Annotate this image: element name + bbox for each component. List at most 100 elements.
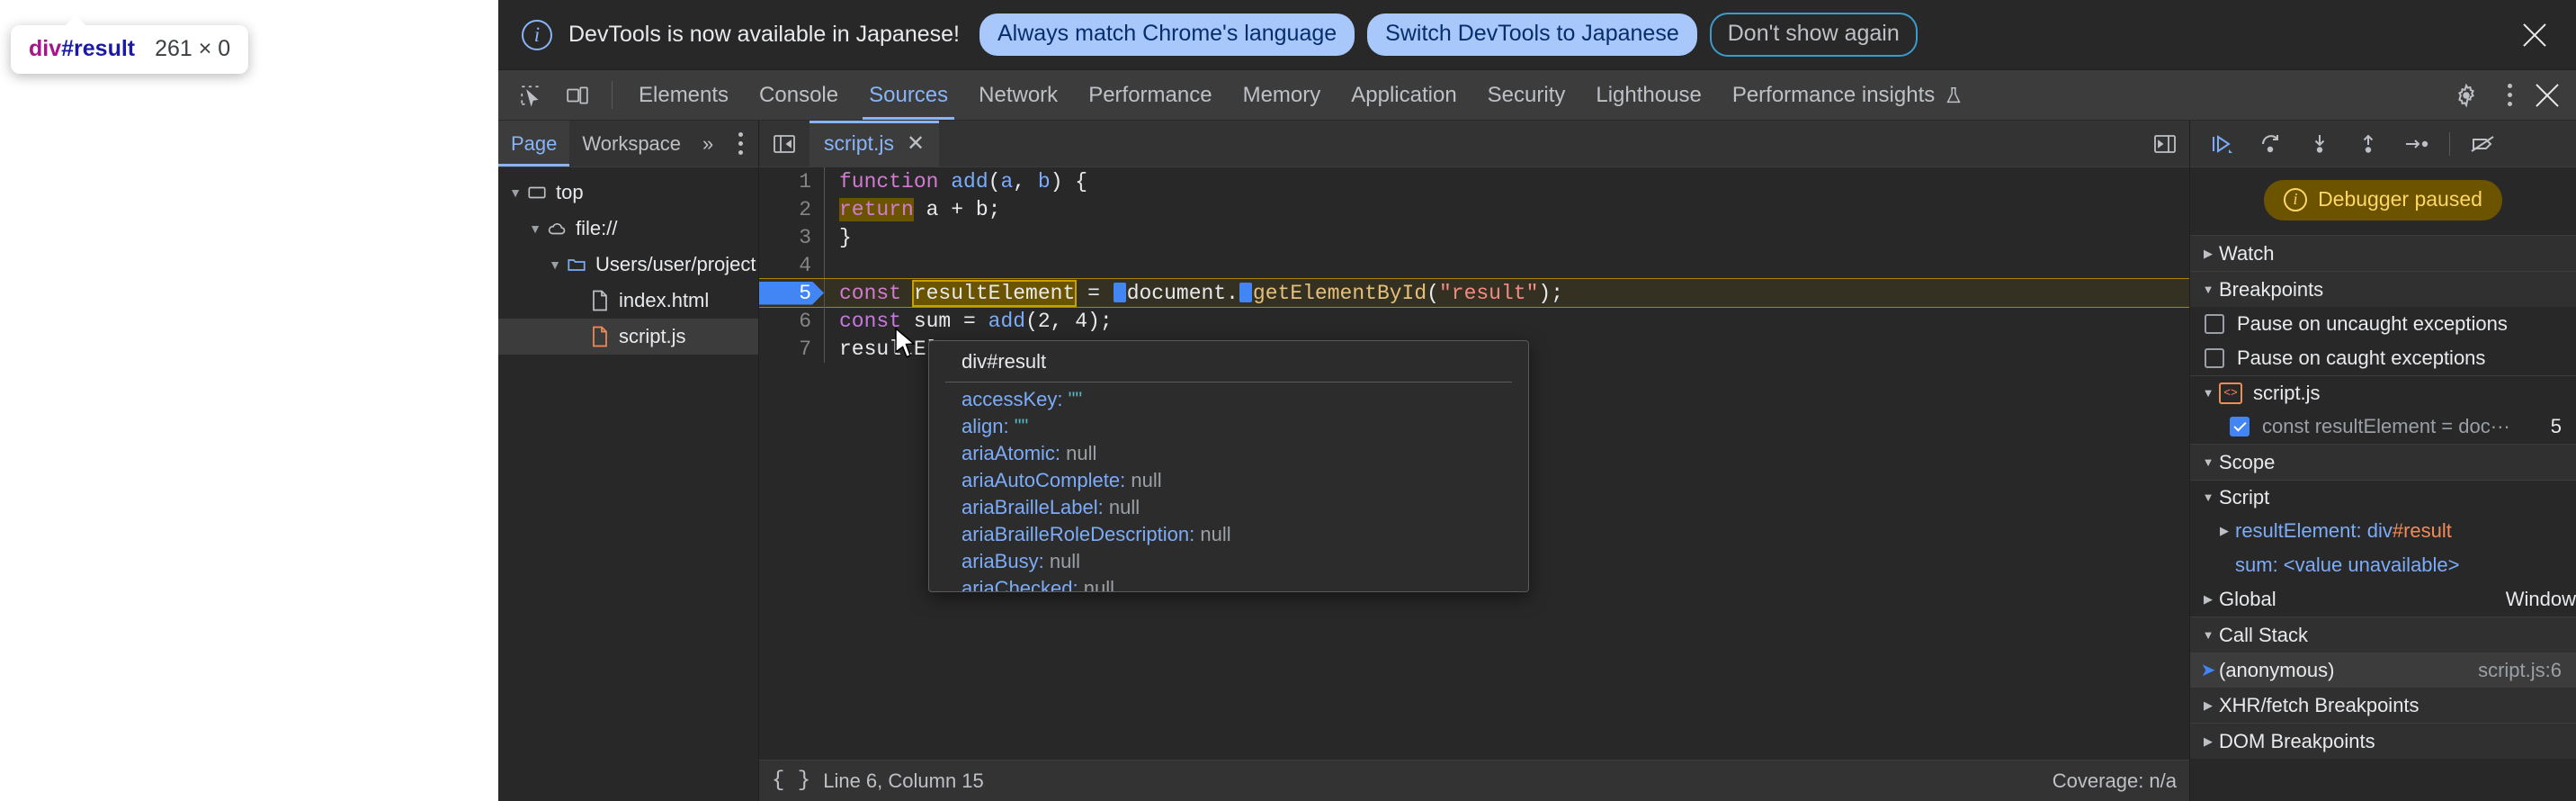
code-line[interactable]: 1 function add(a, b) { [759, 167, 2189, 195]
section-watch[interactable]: ▶ Watch [2190, 235, 2576, 271]
popover-property-row[interactable]: ariaAtomic: null [962, 442, 1528, 469]
mouse-cursor [894, 328, 917, 358]
section-call-stack[interactable]: ▼ Call Stack [2190, 616, 2576, 652]
tab-performance[interactable]: Performance [1073, 70, 1227, 120]
section-xhr-fetch-breakpoints[interactable]: ▶ XHR/fetch Breakpoints [2190, 687, 2576, 723]
close-icon[interactable]: ✕ [907, 130, 925, 157]
code-line[interactable]: 4 [759, 251, 2189, 279]
show-navigator-icon[interactable] [766, 130, 802, 158]
deactivate-breakpoints-icon[interactable] [2461, 126, 2504, 162]
twisty[interactable]: ▼ [2197, 283, 2219, 296]
popover-property-row[interactable]: align: "" [962, 415, 1528, 442]
section-breakpoints[interactable]: ▼ Breakpoints [2190, 271, 2576, 307]
popover-property-row[interactable]: ariaBusy: null [962, 550, 1528, 577]
twisty[interactable]: ▶ [2214, 524, 2235, 538]
breakpoint-line-number[interactable]: 5 [759, 282, 824, 305]
more-vertical-icon[interactable] [722, 121, 758, 166]
breakpoint-enabled-checkbox[interactable] [2230, 417, 2250, 436]
twisty[interactable]: ▼ [505, 185, 525, 200]
inspect-element-icon[interactable] [507, 70, 554, 120]
object-value-popover[interactable]: div#result accessKey: "" align: "" ariaA… [928, 340, 1529, 592]
popover-property-row[interactable]: ariaBrailleRoleDescription: null [962, 523, 1528, 550]
line-number[interactable]: 4 [759, 254, 824, 277]
tab-elements[interactable]: Elements [623, 70, 744, 120]
twisty[interactable]: ▶ [2197, 592, 2219, 607]
popover-property-row[interactable]: ariaChecked: null [962, 577, 1528, 592]
variable-value-id: #result [2393, 519, 2452, 543]
code-line[interactable]: 6 const sum = add(2, 4); [759, 307, 2189, 335]
popover-property-row[interactable]: ariaAutoComplete: null [962, 469, 1528, 496]
pause-on-caught-exceptions-row[interactable]: Pause on caught exceptions [2190, 341, 2576, 375]
code-line[interactable]: 3 } [759, 223, 2189, 251]
scope-group-script[interactable]: ▼ Script [2190, 480, 2576, 514]
tree-item-script-js[interactable]: script.js [498, 319, 758, 355]
pretty-print-icon[interactable]: { } [772, 769, 810, 793]
navigator-more-tabs-icon[interactable]: » [693, 121, 722, 166]
switch-to-japanese-button[interactable]: Switch DevTools to Japanese [1367, 14, 1697, 56]
popover-property-row[interactable]: accessKey: "" [962, 388, 1528, 415]
pause-uncaught-checkbox[interactable] [2205, 314, 2224, 334]
nav-tab-page[interactable]: Page [498, 121, 569, 166]
dont-show-again-button[interactable]: Don't show again [1710, 13, 1918, 57]
tab-application[interactable]: Application [1336, 70, 1471, 120]
close-icon[interactable] [2529, 77, 2565, 113]
tab-memory[interactable]: Memory [1228, 70, 1337, 120]
nav-tab-workspace[interactable]: Workspace [569, 121, 693, 166]
property-key: align [962, 415, 1003, 437]
tab-lighthouse[interactable]: Lighthouse [1580, 70, 1716, 120]
tab-performance-insights[interactable]: Performance insights [1717, 70, 1979, 120]
device-toolbar-icon[interactable] [554, 70, 601, 120]
line-number[interactable]: 1 [759, 170, 824, 194]
section-scope[interactable]: ▼ Scope [2190, 444, 2576, 480]
line-number[interactable]: 7 [759, 338, 824, 361]
gear-icon[interactable] [2443, 83, 2490, 108]
section-dom-breakpoints[interactable]: ▶ DOM Breakpoints [2190, 723, 2576, 759]
scope-variable-sum[interactable]: sum: <value unavailable> [2190, 548, 2576, 582]
tree-item-file-scheme[interactable]: ▼ file:// [498, 211, 758, 247]
breakpoint-file-name: script.js [2253, 382, 2321, 405]
tree-item-project-folder[interactable]: ▼ Users/user/project [498, 247, 758, 283]
tree-item-top[interactable]: ▼ top [498, 175, 758, 211]
twisty[interactable]: ▼ [525, 221, 545, 236]
tree-item-index-html[interactable]: index.html [498, 283, 758, 319]
pause-on-uncaught-exceptions-row[interactable]: Pause on uncaught exceptions [2190, 307, 2576, 341]
step-icon[interactable] [2395, 126, 2438, 162]
close-icon[interactable] [2517, 17, 2553, 53]
breakpoint-entry-row[interactable]: const resultElement = doc··· 5 [2190, 410, 2576, 444]
twisty[interactable]: ▶ [2197, 734, 2219, 749]
code-line-breakpoint[interactable]: 5 const resultElement = document.getElem… [759, 279, 2189, 307]
twisty[interactable]: ▼ [2197, 628, 2219, 642]
editor-pane: script.js ✕ 1 function add(a, b) { [759, 121, 2189, 801]
show-debugger-icon[interactable] [2148, 133, 2189, 155]
twisty[interactable]: ▼ [2197, 455, 2219, 469]
twisty[interactable]: ▶ [2197, 698, 2219, 713]
popover-property-row[interactable]: ariaBrailleLabel: null [962, 496, 1528, 523]
tab-console[interactable]: Console [744, 70, 854, 120]
step-into-icon[interactable] [2298, 126, 2341, 162]
pause-caught-checkbox[interactable] [2205, 348, 2224, 368]
line-number[interactable]: 2 [759, 198, 824, 221]
property-value: null [1109, 496, 1140, 518]
editor-tab-script-js[interactable]: script.js ✕ [809, 121, 939, 166]
twisty[interactable]: ▼ [545, 257, 565, 272]
tab-security[interactable]: Security [1472, 70, 1581, 120]
twisty[interactable]: ▶ [2197, 247, 2219, 261]
highlighted-identifier: resultElement [914, 282, 1075, 305]
scope-variable-resultelement[interactable]: ▶ resultElement: div#result [2190, 514, 2576, 548]
twisty[interactable]: ▼ [2197, 490, 2219, 504]
scope-group-global[interactable]: ▶ Global Window [2190, 582, 2576, 616]
line-number[interactable]: 6 [759, 310, 824, 333]
always-match-language-button[interactable]: Always match Chrome's language [979, 14, 1355, 56]
step-out-icon[interactable] [2347, 126, 2390, 162]
line-number[interactable]: 3 [759, 226, 824, 249]
code-editor[interactable]: 1 function add(a, b) { 2 return a + b; 3… [759, 167, 2189, 760]
more-vertical-icon[interactable] [2490, 84, 2529, 106]
breakpoint-file-row[interactable]: ▼ <> script.js [2190, 375, 2576, 410]
tab-network[interactable]: Network [963, 70, 1073, 120]
resume-script-icon[interactable] [2201, 126, 2244, 162]
code-line[interactable]: 2 return a + b; [759, 195, 2189, 223]
twisty[interactable]: ▼ [2197, 386, 2219, 400]
call-stack-frame[interactable]: ➤ (anonymous) script.js:6 [2190, 652, 2576, 687]
tab-sources[interactable]: Sources [854, 70, 963, 120]
step-over-icon[interactable] [2250, 126, 2293, 162]
